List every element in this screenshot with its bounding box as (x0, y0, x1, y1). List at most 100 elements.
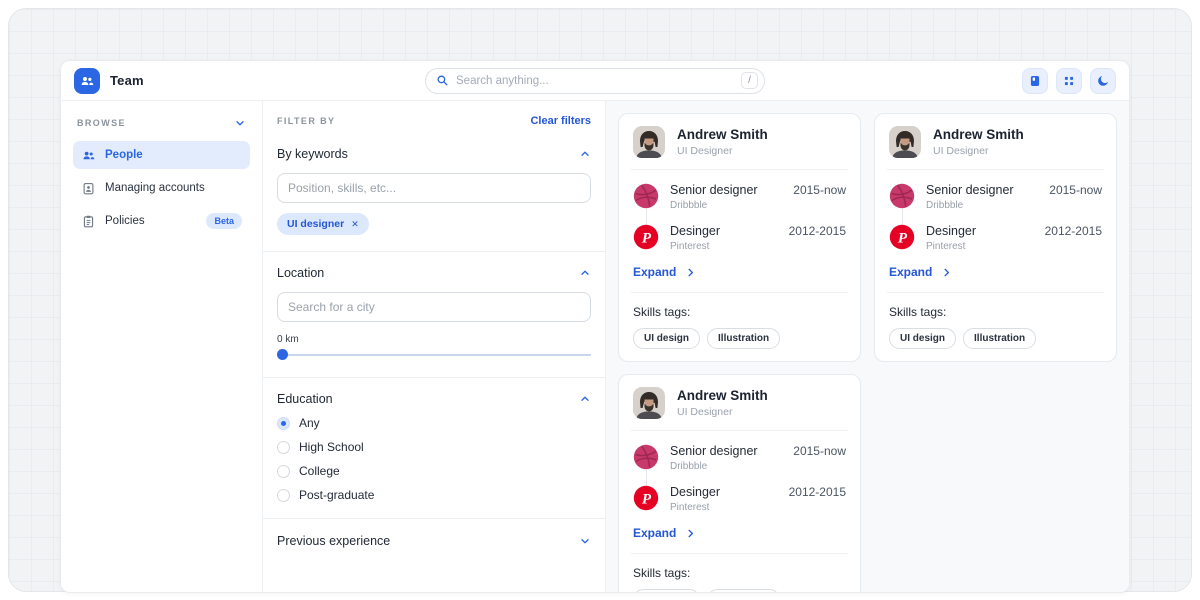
radio-button[interactable] (277, 465, 290, 478)
skill-tag[interactable]: UI design (633, 328, 700, 349)
expand-link[interactable]: Expand (633, 526, 696, 540)
card-header: Andrew Smith UI Designer (889, 126, 1102, 158)
sidebar: BROWSE People (61, 101, 263, 592)
skill-tag[interactable]: Illustration (963, 328, 1036, 349)
experience-row-pinterest: P Desinger Pinterest 2012-2015 (633, 224, 846, 252)
sidebar-item-managing-accounts[interactable]: Managing accounts (73, 174, 250, 202)
chevron-up-icon[interactable] (579, 267, 591, 279)
svg-text:P: P (642, 492, 652, 508)
education-section-header[interactable]: Education (277, 392, 591, 406)
beta-badge: Beta (206, 213, 242, 229)
dribbble-icon (633, 183, 659, 209)
radio-option-post-graduate[interactable]: Post-graduate (277, 488, 591, 502)
radio-option-any[interactable]: Any (277, 416, 591, 430)
keywords-input[interactable] (277, 173, 591, 203)
education-section: Education Any High School College (277, 378, 591, 502)
browse-section-header[interactable]: BROWSE (73, 113, 250, 141)
location-title: Location (277, 266, 324, 280)
experience-company: Dribbble (926, 200, 1014, 211)
radio-button[interactable] (277, 417, 290, 430)
person-name: Andrew Smith (677, 388, 768, 403)
location-section-header[interactable]: Location (277, 266, 591, 280)
grid-icon (1062, 74, 1076, 88)
chevron-up-icon[interactable] (579, 148, 591, 160)
avatar-photo (633, 126, 665, 158)
experience-title: Senior designer (670, 183, 758, 197)
filter-by-label: FILTER BY (277, 116, 335, 126)
slider-track[interactable] (277, 354, 591, 356)
experience-period: 2015-now (1049, 183, 1102, 197)
radio-option-high-school[interactable]: High School (277, 440, 591, 454)
book-icon (1028, 74, 1042, 88)
expand-link[interactable]: Expand (633, 265, 696, 279)
radio-button[interactable] (277, 489, 290, 502)
skill-tags: UI design Illustration (633, 328, 846, 349)
clear-filters-link[interactable]: Clear filters (530, 115, 591, 127)
dribbble-icon (633, 444, 659, 470)
previous-experience-title: Previous experience (277, 534, 390, 548)
skill-tag[interactable]: Illustration (707, 589, 780, 592)
expand-label: Expand (889, 265, 932, 279)
search-input[interactable] (456, 75, 734, 87)
pinterest-icon: P (889, 224, 915, 250)
card-header: Andrew Smith UI Designer (633, 126, 846, 158)
previous-experience-section-header[interactable]: Previous experience (277, 519, 591, 563)
book-button[interactable] (1022, 68, 1048, 94)
dark-mode-toggle[interactable] (1090, 68, 1116, 94)
keyword-tag-ui-designer[interactable]: UI designer ✕ (277, 213, 369, 235)
experience-company: Dribbble (670, 461, 758, 472)
header-actions (1022, 68, 1116, 94)
experience-company: Pinterest (670, 502, 720, 513)
city-search-input[interactable] (277, 292, 591, 322)
apps-grid-button[interactable] (1056, 68, 1082, 94)
divider (887, 292, 1104, 293)
skill-tag[interactable]: UI design (633, 589, 700, 592)
experience-company: Dribbble (670, 200, 758, 211)
chevron-down-icon[interactable] (234, 117, 246, 129)
expand-link[interactable]: Expand (889, 265, 952, 279)
avatar-photo (633, 387, 665, 419)
experience-company: Pinterest (926, 241, 976, 252)
experience-row-dribbble: Senior designer Dribbble 2015-now (633, 444, 846, 472)
experience-row-dribbble: Senior designer Dribbble 2015-now (633, 183, 846, 211)
slider-thumb[interactable] (277, 349, 288, 360)
app-logo (74, 68, 100, 94)
sidebar-item-policies[interactable]: Policies Beta (73, 207, 250, 235)
location-section: Location 0 km (277, 252, 591, 361)
skill-tag[interactable]: UI design (889, 328, 956, 349)
skills-label: Skills tags: (633, 305, 846, 319)
clipboard-icon (81, 214, 96, 229)
experience-timeline: Senior designer Dribbble 2015-now P Desi… (633, 444, 846, 513)
pinterest-icon: P (633, 485, 659, 511)
avatar (889, 126, 921, 158)
chevron-right-icon (941, 267, 952, 278)
radio-option-college[interactable]: College (277, 464, 591, 478)
people-icon (81, 148, 96, 163)
experience-title: Desinger (670, 224, 720, 238)
person-card: Andrew Smith UI Designer Senior designer (874, 113, 1117, 362)
divider (631, 169, 848, 170)
sidebar-item-label: Managing accounts (105, 182, 205, 194)
experience-company: Pinterest (670, 241, 720, 252)
keywords-section-header[interactable]: By keywords (277, 147, 591, 161)
sidebar-item-label: Policies (105, 215, 145, 227)
experience-title: Desinger (926, 224, 976, 238)
radio-button[interactable] (277, 441, 290, 454)
chevron-right-icon (685, 528, 696, 539)
chevron-down-icon[interactable] (579, 535, 591, 547)
divider (631, 292, 848, 293)
sidebar-item-people[interactable]: People (73, 141, 250, 169)
global-search[interactable]: / (425, 68, 765, 94)
skill-tag[interactable]: Illustration (707, 328, 780, 349)
divider (631, 553, 848, 554)
filter-panel: FILTER BY Clear filters By keywords UI d… (263, 101, 606, 592)
distance-slider[interactable] (277, 349, 591, 361)
main-area: BROWSE People (61, 101, 1129, 592)
radio-label: Post-graduate (299, 488, 374, 502)
person-card: Andrew Smith UI Designer Senior designer (618, 113, 861, 362)
close-icon[interactable]: ✕ (351, 219, 359, 230)
chevron-up-icon[interactable] (579, 393, 591, 405)
experience-row-pinterest: P Desinger Pinterest 2012-2015 (889, 224, 1102, 252)
experience-timeline: Senior designer Dribbble 2015-now P Desi… (889, 183, 1102, 252)
person-role: UI Designer (677, 406, 768, 418)
